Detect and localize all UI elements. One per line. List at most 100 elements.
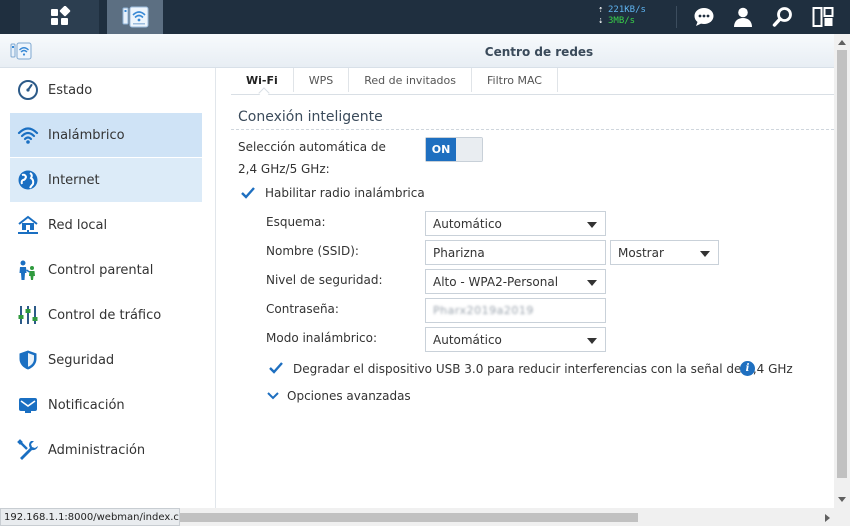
sidebar-item-inalambrico[interactable]: Inalámbrico <box>10 113 202 157</box>
download-speed: 3MB/s <box>608 16 636 26</box>
section-title: Conexión inteligente <box>238 109 383 125</box>
gauge-icon <box>16 78 40 102</box>
user-button[interactable] <box>731 5 755 29</box>
tab-filtro-mac[interactable]: Filtro MAC <box>472 68 558 92</box>
mode-select[interactable]: Automático <box>425 327 606 352</box>
upload-speed: 221KB/s <box>608 5 646 15</box>
vertical-scrollbar[interactable] <box>834 34 850 508</box>
globe-icon <box>16 168 40 192</box>
window-app-icon <box>10 42 32 60</box>
window-title: Centro de redes <box>484 45 594 59</box>
info-icon[interactable]: i <box>740 361 755 376</box>
sidebar-item-internet[interactable]: Internet <box>10 158 202 202</box>
ssid-input[interactable]: Pharizna <box>425 240 606 265</box>
sidebar: Estado Inalámbrico Internet Red local Co… <box>0 68 216 508</box>
family-icon <box>16 258 40 282</box>
sidebar-item-red-local[interactable]: Red local <box>10 203 202 247</box>
toggle-off-area <box>456 138 482 161</box>
sidebar-item-control-de-trafico[interactable]: Control de tráfico <box>10 293 202 337</box>
security-label: Nivel de seguridad: <box>266 273 383 287</box>
security-value: Alto - WPA2-Personal <box>433 274 559 289</box>
smart-connect-toggle[interactable]: ON <box>425 137 483 162</box>
scroll-down-arrow-icon[interactable] <box>838 497 846 502</box>
scroll-right-arrow-icon[interactable] <box>825 514 830 522</box>
advanced-options-label: Opciones avanzadas <box>287 389 411 403</box>
sidebar-item-notificacion[interactable]: Notificación <box>10 383 202 427</box>
usb-degrade-checkbox[interactable] <box>268 360 284 376</box>
main-menu-grid-icon <box>50 6 70 25</box>
advanced-options-toggle[interactable]: Opciones avanzadas <box>267 389 411 403</box>
status-url: 192.168.1.1:8000/webman/index.cgi# <box>0 508 180 526</box>
widgets-icon <box>812 7 834 27</box>
mode-label: Modo inalámbrico: <box>266 331 378 345</box>
auto-select-label: Selección automática de <box>238 140 386 154</box>
shield-icon <box>16 348 40 372</box>
chevron-down-icon <box>700 251 710 257</box>
sidebar-item-label: Red local <box>48 217 108 233</box>
section-divider <box>231 129 834 130</box>
scheme-select[interactable]: Automático <box>425 211 606 236</box>
scheme-value: Automático <box>433 216 502 231</box>
widgets-button[interactable] <box>811 5 835 29</box>
taskbar-divider <box>676 6 677 28</box>
sidebar-item-label: Control de tráfico <box>48 307 162 323</box>
user-icon <box>734 7 752 27</box>
password-input[interactable]: Pharx2019a2019 <box>425 298 606 323</box>
enable-radio-checkbox[interactable] <box>240 185 256 201</box>
toggle-on-label: ON <box>426 138 456 161</box>
chevron-down-icon <box>267 392 279 400</box>
tab-wps[interactable]: WPS <box>294 68 350 92</box>
auto-select-label-line2: 2,4 GHz/5 GHz: <box>238 162 330 176</box>
sidebar-item-label: Estado <box>48 82 93 98</box>
usb-degrade-label: Degradar el dispositivo USB 3.0 para red… <box>293 362 793 376</box>
mode-value: Automático <box>433 332 502 347</box>
ssid-value: Pharizna <box>433 245 485 260</box>
chat-button[interactable] <box>692 5 716 29</box>
home-network-icon <box>16 213 40 237</box>
chevron-down-icon <box>587 280 597 286</box>
tab-red-de-invitados[interactable]: Red de invitados <box>349 68 472 92</box>
password-value: Pharx2019a2019 <box>433 304 534 317</box>
network-center-taskbar-button[interactable] <box>107 0 163 34</box>
sidebar-item-estado[interactable]: Estado <box>10 68 202 112</box>
main-panel: Wi-Fi WPS Red de invitados Filtro MAC Co… <box>217 68 834 508</box>
ssid-visibility-value: Mostrar <box>618 245 664 260</box>
scrollbar-thumb[interactable] <box>837 50 847 478</box>
security-select[interactable]: Alto - WPA2-Personal <box>425 269 606 294</box>
chat-icon <box>694 8 714 26</box>
network-center-app-icon <box>122 6 149 28</box>
sliders-icon <box>16 303 40 327</box>
tools-icon <box>16 438 40 462</box>
enable-radio-label: Habilitar radio inalámbrica <box>265 186 425 200</box>
checkmark-icon <box>241 187 255 199</box>
wifi-icon <box>16 123 40 147</box>
network-speed-indicator: ⇡ 221KB/s ⇣ 3MB/s <box>598 5 668 27</box>
sidebar-item-seguridad[interactable]: Seguridad <box>10 338 202 382</box>
sidebar-item-label: Notificación <box>48 397 125 413</box>
sidebar-item-label: Seguridad <box>48 352 115 368</box>
sidebar-item-control-parental[interactable]: Control parental <box>10 248 202 292</box>
sidebar-item-label: Inalámbrico <box>48 127 125 143</box>
window-header: Centro de redes <box>0 34 850 68</box>
tab-underline <box>231 94 834 95</box>
horizontal-scrollbar[interactable] <box>180 508 850 526</box>
sidebar-item-label: Administración <box>48 442 146 458</box>
scrollbar-thumb[interactable] <box>180 513 638 522</box>
search-icon <box>772 7 792 27</box>
chevron-down-icon <box>587 338 597 344</box>
chevron-down-icon <box>587 222 597 228</box>
scheme-label: Esquema: <box>266 215 326 229</box>
sidebar-item-administracion[interactable]: Administración <box>10 428 202 472</box>
checkmark-icon <box>269 362 283 374</box>
sidebar-item-label: Control parental <box>48 262 154 278</box>
sidebar-item-label: Internet <box>48 172 100 188</box>
ssid-visibility-select[interactable]: Mostrar <box>610 240 719 265</box>
main-menu-button[interactable] <box>20 0 99 34</box>
download-arrow-icon: ⇣ <box>598 16 604 26</box>
scroll-up-arrow-icon[interactable] <box>838 40 846 45</box>
taskbar: ⇡ 221KB/s ⇣ 3MB/s <box>0 0 850 34</box>
ssid-label: Nombre (SSID): <box>266 244 359 258</box>
search-button[interactable] <box>771 5 795 29</box>
tab-bar: Wi-Fi WPS Red de invitados Filtro MAC <box>231 68 558 95</box>
notification-icon <box>16 393 40 417</box>
